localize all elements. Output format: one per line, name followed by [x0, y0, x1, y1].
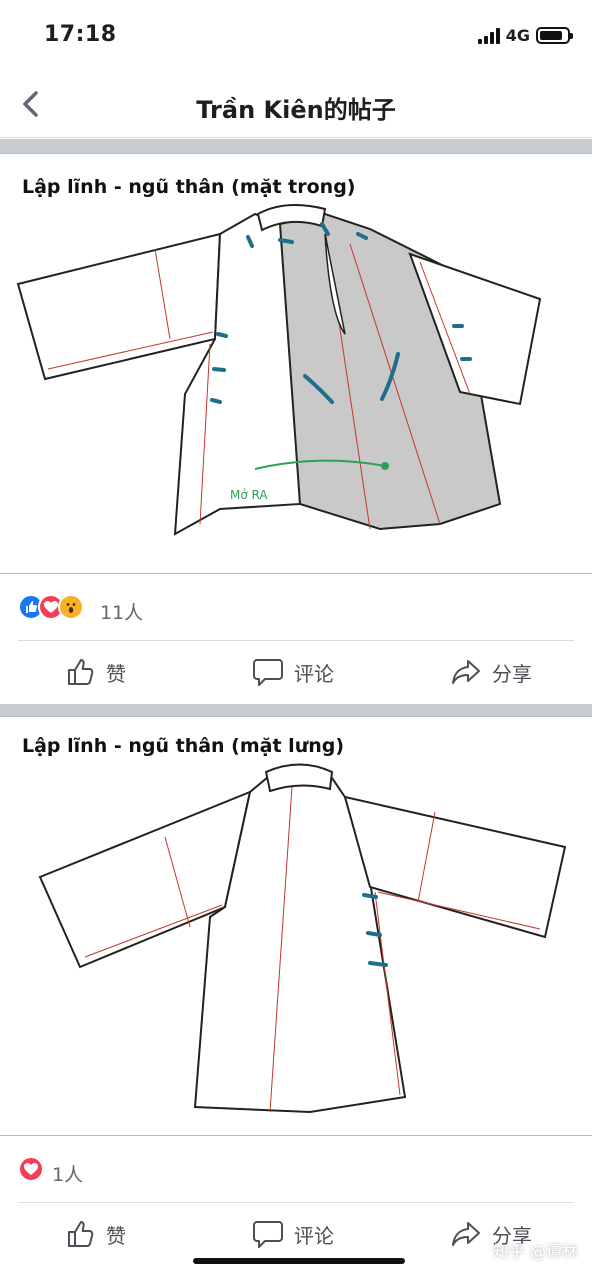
- post-separator: [0, 704, 592, 716]
- share-label: 分享: [492, 661, 532, 686]
- comment-bubble-icon: [253, 659, 283, 686]
- like-label: 赞: [106, 1223, 126, 1248]
- comment-button[interactable]: 评论: [252, 654, 334, 690]
- love-reaction-icon: [18, 1156, 44, 1182]
- share-arrow-icon: [452, 660, 480, 684]
- reaction-count: 11人: [100, 602, 144, 624]
- like-button[interactable]: 赞: [66, 1216, 126, 1252]
- like-button[interactable]: 赞: [66, 654, 126, 690]
- share-arrow-icon: [452, 1222, 480, 1246]
- thumbs-up-icon: [68, 659, 94, 685]
- reaction-summary[interactable]: 1人: [0, 1138, 592, 1202]
- jacket-back-illustration: [38, 763, 567, 1114]
- status-bar: 17:18 4G: [0, 0, 592, 72]
- post-separator: [0, 139, 592, 153]
- home-indicator[interactable]: [193, 1258, 405, 1264]
- page-title: Trần Kiên的帖子: [196, 96, 396, 124]
- share-button[interactable]: 分享: [450, 654, 532, 690]
- comment-label: 评论: [294, 661, 334, 686]
- status-indicators: 4G: [477, 26, 573, 45]
- comment-label: 评论: [294, 1223, 334, 1248]
- post-actions: 赞 评论 分享: [0, 640, 592, 704]
- comment-bubble-icon: [253, 1221, 283, 1248]
- open-annotation: Mở RA: [230, 488, 268, 502]
- like-label: 赞: [106, 661, 126, 686]
- jacket-inner-illustration: Mở RA: [16, 204, 542, 536]
- reaction-icons: [18, 1156, 44, 1182]
- reaction-summary[interactable]: 11人: [0, 576, 592, 640]
- watermark: 知乎 @谭林: [492, 1242, 578, 1261]
- post-image-inner-view[interactable]: Lập lĩnh - ngũ thân (mặt trong) Mở RA: [0, 153, 592, 574]
- comment-button[interactable]: 评论: [252, 1216, 334, 1252]
- navigation-bar: Trần Kiên的帖子: [0, 72, 592, 138]
- signal-icon: [477, 27, 500, 44]
- battery-icon: [536, 27, 573, 44]
- status-time: 17:18: [44, 22, 117, 47]
- reaction-count: 1人: [52, 1164, 84, 1186]
- thumbs-up-icon: [68, 1221, 94, 1247]
- post-image-back-view[interactable]: Lập lĩnh - ngũ thân (mặt lưng): [0, 716, 592, 1136]
- wow-reaction-icon: [58, 594, 84, 620]
- network-label: 4G: [505, 26, 530, 45]
- reaction-icons: [18, 594, 84, 620]
